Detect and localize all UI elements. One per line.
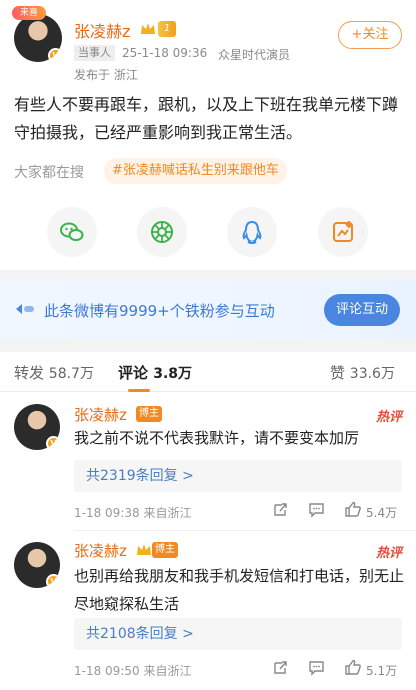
share-moments-button[interactable]: [137, 207, 187, 257]
post-content: 有些人不要再跟车，跟机，以及上下班在我单元楼下蹲守拍摄我，已经严重影响到我正常生…: [14, 95, 399, 142]
tab-repost[interactable]: 转发 58.7万: [14, 362, 94, 383]
tab-likes-label: 赞: [330, 364, 346, 382]
section-divider: [0, 338, 416, 352]
avatar-sticker: 来喜: [12, 6, 46, 20]
comment-author[interactable]: 张凌赫z: [74, 404, 127, 425]
hot-comment-tag: 热评: [375, 410, 402, 425]
comment-avatar[interactable]: V: [14, 404, 60, 450]
tab-comments-label: 评论: [118, 364, 149, 382]
share-icon[interactable]: [272, 660, 288, 676]
tab-likes-count: 33.6万: [349, 366, 395, 382]
verified-badge-icon: V: [48, 48, 62, 62]
fans-interaction-icon: [16, 304, 34, 314]
comment-replies-link[interactable]: 共2108条回复 >: [74, 618, 402, 650]
comment-like-count: 5.1万: [366, 664, 398, 678]
comment-meta: 1-18 09:38 来自浙江: [74, 506, 192, 520]
tab-repost-label: 转发: [14, 364, 45, 382]
comment-icon[interactable]: [308, 660, 325, 676]
share-save-image-button[interactable]: [318, 207, 368, 257]
comment-divider: [74, 530, 416, 531]
moments-icon: [151, 221, 173, 243]
level-badge: 1: [158, 21, 176, 37]
blogger-badge: 博主: [152, 542, 178, 558]
wechat-icon: [60, 222, 84, 241]
comment-replies-link[interactable]: 共2319条回复 >: [74, 460, 402, 492]
crown-icon: [137, 544, 151, 555]
comment-text: 也别再给我朋友和我手机发短信和打电话，别无止尽地窥探私生活: [74, 567, 405, 613]
comment-item: V 张凌赫z 博主 热评 也别再给我朋友和我手机发短信和打电话，别无止尽地窥探私…: [0, 532, 416, 690]
post-tabs: 转发 58.7万 评论 3.8万 赞 33.6万: [0, 352, 416, 392]
comment-meta: 1-18 09:50 来自浙江: [74, 664, 192, 678]
tab-repost-count: 58.7万: [48, 366, 94, 382]
hot-comment-tag: 热评: [375, 546, 402, 561]
blogger-badge: 博主: [136, 406, 162, 422]
like-icon[interactable]: [344, 659, 362, 676]
post-source: 众星时代演员: [218, 48, 291, 62]
tab-likes[interactable]: 赞 33.6万: [330, 362, 395, 383]
tab-comments[interactable]: 评论 3.8万: [118, 362, 192, 383]
comment-interaction-button[interactable]: 评论互动: [324, 294, 400, 326]
tab-comments-count: 3.8万: [153, 366, 193, 382]
comment-avatar[interactable]: V: [14, 542, 60, 588]
section-divider: [0, 270, 416, 280]
role-tag: 当事人: [74, 45, 115, 61]
qq-icon: [242, 220, 262, 245]
comment-like-count: 5.4万: [366, 506, 398, 520]
comment-author[interactable]: 张凌赫z: [74, 540, 127, 561]
author-avatar[interactable]: V: [14, 14, 62, 62]
crown-icon: [141, 23, 155, 34]
like-icon[interactable]: [344, 501, 362, 518]
share-wechat-button[interactable]: [47, 207, 97, 257]
follow-button[interactable]: +关注: [338, 21, 402, 49]
post-location: 发布于 浙江: [74, 68, 138, 82]
comment-text: 我之前不说不代表我默许，请不要变本加厉: [74, 429, 360, 447]
comment-icon[interactable]: [308, 502, 325, 518]
comment-item: V 张凌赫z 博主 热评 我之前不说不代表我默许，请不要变本加厉 共2319条回…: [0, 392, 416, 530]
share-qq-button[interactable]: [227, 207, 277, 257]
share-icon[interactable]: [272, 502, 288, 518]
fan-interaction-banner: 此条微博有9999+个铁粉参与互动 评论互动: [0, 280, 416, 338]
trending-hashtag[interactable]: #张凌赫喊话私生别来跟他车: [104, 158, 287, 184]
post-datetime: 25-1-18 09:36: [122, 46, 208, 60]
save-image-icon: [333, 221, 353, 242]
author-name[interactable]: 张凌赫z: [74, 18, 130, 42]
fan-interaction-text: 此条微博有9999+个铁粉参与互动: [44, 302, 275, 320]
trending-search-label: 大家都在搜: [14, 165, 84, 181]
verified-badge-icon: V: [46, 574, 60, 588]
verified-badge-icon: V: [46, 436, 60, 450]
